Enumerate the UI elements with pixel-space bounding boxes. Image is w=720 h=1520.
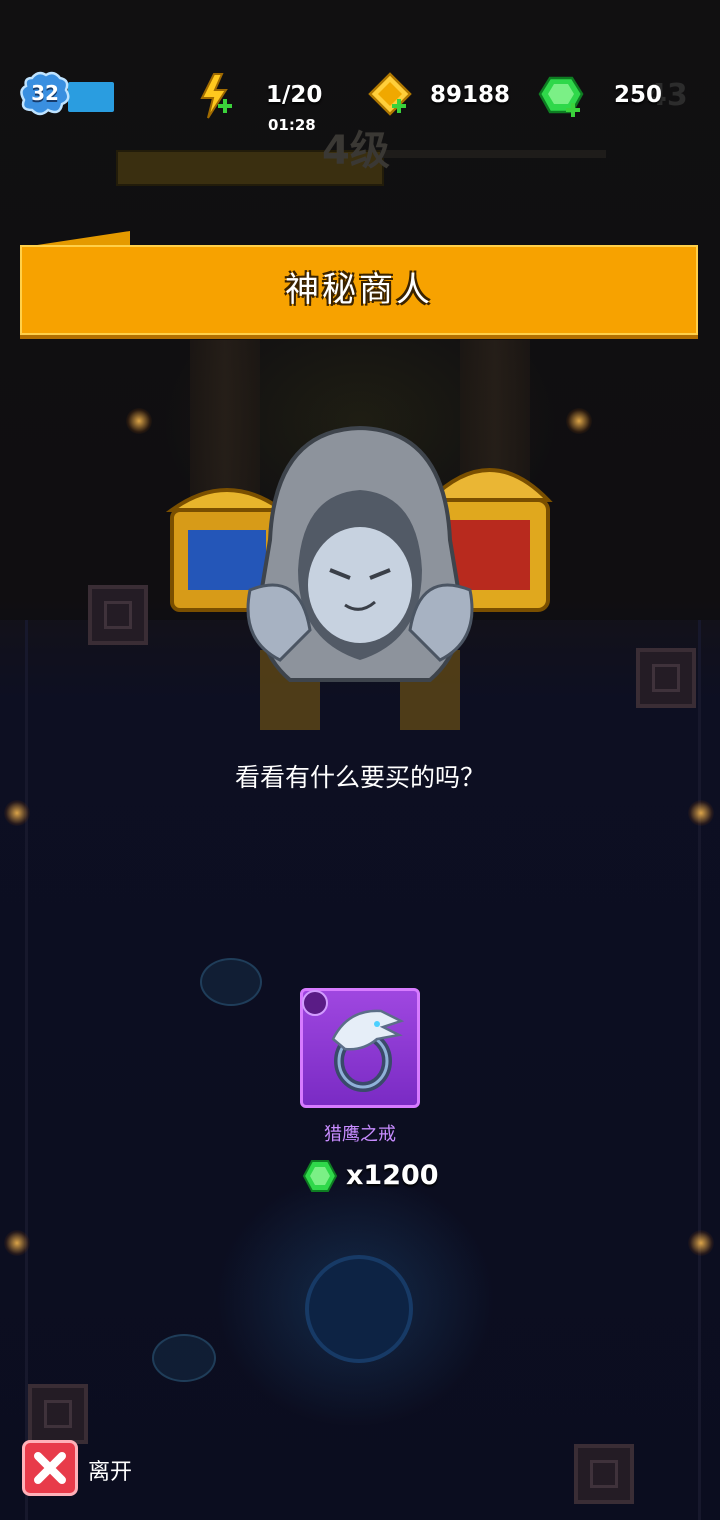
dialog-banner: 神秘商人 bbox=[20, 245, 698, 335]
shop-item-price[interactable]: x1200 bbox=[302, 1156, 442, 1196]
player-level-badge[interactable]: 32 bbox=[20, 70, 70, 116]
floor-tile bbox=[574, 1444, 634, 1504]
torch-icon bbox=[688, 800, 714, 826]
gold-coin-plus-icon bbox=[368, 72, 412, 116]
xp-bar bbox=[68, 82, 114, 112]
torch-icon bbox=[4, 800, 30, 826]
torch-icon bbox=[126, 408, 152, 434]
floor-tile bbox=[28, 1384, 88, 1444]
gold-value: 89188 bbox=[430, 82, 511, 108]
gems-value: 250 bbox=[614, 82, 663, 108]
leave-label[interactable]: 离开 bbox=[88, 1454, 132, 1486]
gold-add-button[interactable] bbox=[366, 70, 414, 122]
energy-timer: 01:28 bbox=[268, 116, 316, 134]
green-gem-icon bbox=[302, 1160, 338, 1192]
gems-add-button[interactable] bbox=[536, 70, 588, 122]
merchant-character bbox=[160, 420, 560, 750]
shop-item-name: 猎鹰之戒 bbox=[324, 1124, 396, 1145]
merchant-illustration bbox=[165, 425, 553, 730]
floor-portal bbox=[305, 1255, 413, 1363]
green-gem-plus-icon bbox=[538, 76, 584, 117]
energy-value: 1/20 bbox=[266, 82, 323, 108]
energy-add-button[interactable] bbox=[196, 70, 236, 122]
dialog-title: 神秘商人 bbox=[285, 270, 433, 310]
player-level: 32 bbox=[31, 81, 59, 105]
torch-icon bbox=[4, 1230, 30, 1256]
floor-tile bbox=[88, 585, 148, 645]
floor-tile bbox=[636, 648, 696, 708]
close-x-icon bbox=[34, 1452, 66, 1484]
torch-icon bbox=[566, 408, 592, 434]
torch-icon bbox=[688, 1230, 714, 1256]
leave-button[interactable] bbox=[22, 1440, 78, 1496]
lightning-plus-icon bbox=[200, 73, 232, 119]
background-level-text: 4级 bbox=[322, 128, 390, 174]
background-progress-track bbox=[380, 150, 606, 158]
ring-category-icon bbox=[302, 990, 328, 1016]
merchant-prompt: 看看有什么要买的吗？ bbox=[234, 763, 485, 792]
price-value: x1200 bbox=[346, 1160, 439, 1191]
enemy-shadow bbox=[200, 958, 262, 1006]
enemy-shadow bbox=[152, 1334, 216, 1382]
